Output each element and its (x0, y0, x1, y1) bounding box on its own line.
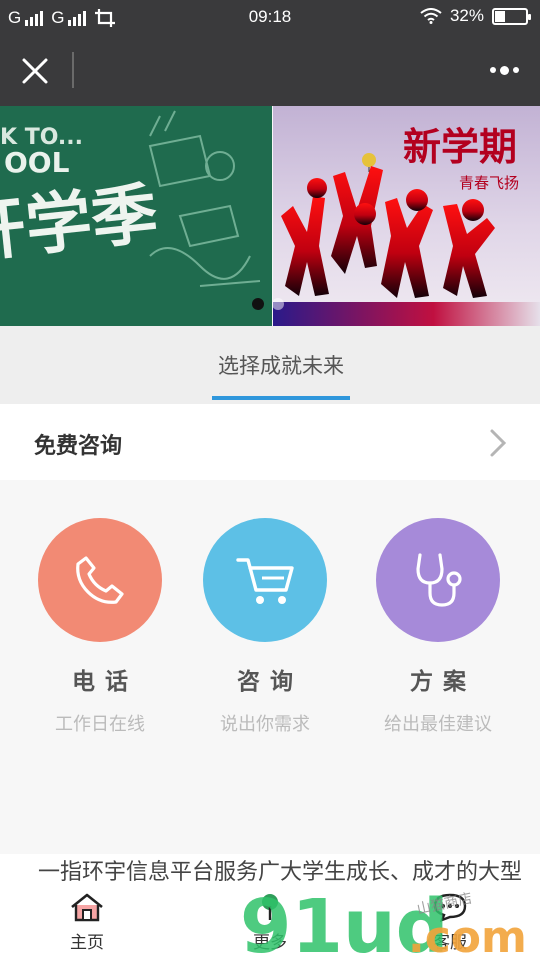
phone-icon (76, 556, 124, 604)
chevron-right-icon (490, 429, 507, 457)
announcement-marquee: 一指环宇信息平台服务广大学生成长、成才的大型 (0, 854, 540, 886)
tab-bar: 选择成就未来 (0, 326, 540, 404)
stethoscope-icon-circle[interactable] (376, 518, 500, 642)
nav-bar (0, 34, 540, 106)
bottom-nav-label: 客服 (433, 933, 467, 953)
carousel-dot[interactable] (272, 298, 284, 310)
bottom-nav-more[interactable]: 更多 (225, 892, 315, 953)
feature-subtitle: 给出最佳建议 (384, 714, 492, 735)
jumping-people-art: 新学期 青春飞扬 (273, 124, 540, 326)
banner-slide-back-to-school[interactable]: K TO... OOL 开学季 (0, 106, 272, 326)
carousel-dot-active[interactable] (252, 298, 264, 310)
slide-title: 新学期 (403, 124, 517, 169)
more-options-button[interactable] (484, 58, 524, 82)
banner-slide-new-semester[interactable]: 新学期 青春飞扬 (273, 106, 540, 326)
feature-title: 方案 (410, 669, 476, 695)
bottom-nav-label: 更多 (253, 933, 287, 953)
more-dot-icon (499, 65, 509, 75)
announcement-text: 一指环宇信息平台服务广大学生成长、成才的大型 (38, 860, 523, 885)
wifi-icon (420, 8, 442, 24)
battery-percent: 32% (449, 6, 484, 25)
battery-level (495, 10, 505, 22)
feature-consult[interactable]: 咨询 说出你需求 (180, 518, 350, 736)
feature-grid: 电话 工作日在线 咨询 说出你需求 方案 给出最佳建议 (0, 480, 540, 854)
cart-icon (236, 558, 294, 604)
tree-icon (262, 894, 278, 920)
bottom-nav-home[interactable]: 主页 (42, 892, 132, 953)
battery-icon (492, 7, 531, 25)
bottom-nav-service[interactable]: 客服 (405, 892, 495, 953)
cart-icon-circle[interactable] (203, 518, 327, 642)
chalkboard-art: K TO... OOL 开学季 (0, 106, 272, 326)
feature-phone[interactable]: 电话 工作日在线 (15, 518, 185, 736)
phone-icon-circle[interactable] (38, 518, 162, 642)
carousel-indicator (252, 298, 284, 310)
tab-choose-future[interactable]: 选择成就未来 (212, 350, 350, 380)
chat-icon (433, 893, 467, 923)
feature-title: 咨询 (237, 669, 303, 695)
bottom-nav: 主页 更多 客服 (0, 886, 540, 960)
status-bar: G G 09:18 32% (0, 0, 540, 34)
more-dot-icon (512, 67, 519, 73)
banner-carousel[interactable]: K TO... OOL 开学季 新学期 青春飞扬 (0, 106, 540, 326)
slide-text-mid: OOL (4, 146, 70, 179)
tab-active-indicator (212, 396, 350, 400)
bottom-nav-label: 主页 (70, 933, 104, 953)
close-icon[interactable] (20, 56, 50, 86)
feature-plan[interactable]: 方案 给出最佳建议 (353, 518, 523, 736)
slide-subtitle: 青春飞扬 (459, 174, 519, 192)
feature-subtitle: 说出你需求 (220, 714, 310, 735)
feature-title: 电话 (72, 669, 138, 695)
more-dot-icon (489, 67, 496, 73)
stethoscope-icon (416, 553, 462, 607)
free-consult-row[interactable]: 免费咨询 (0, 404, 540, 480)
section-title: 免费咨询 (34, 434, 123, 459)
home-icon (71, 893, 103, 922)
status-right: 32% (420, 6, 531, 26)
nav-divider (72, 52, 74, 88)
feature-subtitle: 工作日在线 (55, 714, 145, 735)
